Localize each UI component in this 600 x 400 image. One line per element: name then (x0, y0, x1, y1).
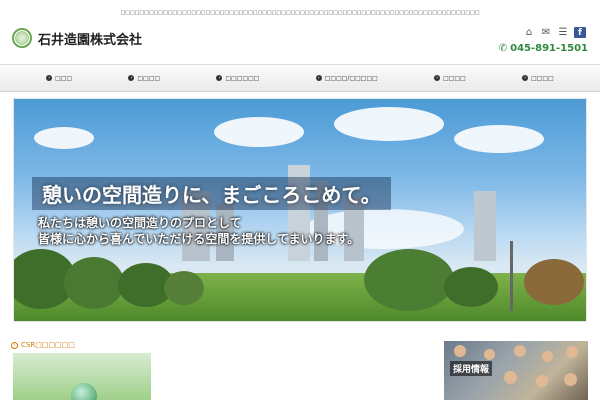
chevron-right-icon: › (128, 75, 135, 81)
globe-icon (71, 383, 97, 400)
chevron-right-icon: › (315, 75, 322, 81)
cloud (214, 117, 304, 147)
nav-item-label: □□□□ (443, 74, 466, 82)
company-logo[interactable]: 石井造園株式会社 (12, 28, 142, 48)
main-nav: › □□□ › □□□□ › □□□□□□ › □□□□/□□□□□ › □□□□ › □□… (0, 64, 600, 92)
tree (164, 271, 204, 305)
nav-item-label: □□□□/□□□□□ (324, 74, 378, 82)
csr-heading[interactable]: › CSR□□□□□□ (11, 341, 75, 349)
chevron-right-icon: › (522, 75, 529, 81)
person-face (542, 351, 553, 362)
tree (444, 267, 498, 307)
tree (364, 249, 454, 311)
tree (64, 257, 124, 309)
home-icon[interactable]: ⌂ (523, 27, 535, 38)
mail-icon[interactable]: ✉ (540, 27, 552, 38)
header-icons: ⌂ ✉ ☰ f (523, 27, 586, 38)
chevron-right-icon: › (11, 341, 18, 349)
nav-item-3[interactable]: › □□□□□□ (216, 75, 259, 82)
chevron-right-icon: › (216, 75, 223, 81)
person-face (454, 345, 466, 357)
nav-item-label: □□□ (55, 74, 73, 82)
top-notice-text: □□□□□□□□□□□□□□□□□□□□□□□□□□□□□□□□□□□□□□□□… (120, 10, 480, 16)
top-notice-bar: □□□□□□□□□□□□□□□□□□□□□□□□□□□□□□□□□□□□□□□□… (0, 0, 600, 26)
cloud (334, 107, 444, 141)
lamp-post (510, 241, 513, 311)
hero-subline-1: 私たちは憩いの空間造りのプロとして (38, 216, 242, 230)
nav-item-label: □□□□ (137, 74, 161, 82)
person-face (566, 346, 578, 358)
person-face (504, 371, 517, 384)
cloud (454, 125, 544, 153)
hero-banner: 憩いの空間造りに、まごころこめて。 私たちは憩いの空間造りのプロとして 皆様に心… (13, 98, 587, 322)
list-icon[interactable]: ☰ (557, 27, 569, 38)
nav-item-6[interactable]: › □□□□ (522, 75, 554, 82)
person-face (514, 345, 526, 357)
recruit-banner[interactable]: 採用情報 (444, 341, 588, 400)
site-header: 石井造園株式会社 ⌂ ✉ ☰ f ✆ 045-891-1501 (0, 26, 600, 64)
csr-image[interactable] (13, 353, 151, 400)
nav-item-label: □□□□□□ (225, 74, 260, 82)
recruit-label: 採用情報 (450, 361, 493, 376)
nav-item-1[interactable]: › □□□ (46, 75, 72, 82)
nav-item-label: □□□□ (531, 74, 554, 82)
person-face (564, 373, 577, 386)
person-face (484, 349, 495, 360)
cloud (34, 127, 94, 149)
nav-item-5[interactable]: › □□□□ (434, 75, 466, 82)
chevron-right-icon: › (434, 75, 441, 81)
hero-headline: 憩いの空間造りに、まごころこめて。 (32, 177, 391, 210)
logo-emblem-icon (12, 28, 32, 48)
phone-icon: ✆ (498, 43, 508, 54)
tree (524, 259, 584, 305)
facebook-icon[interactable]: f (574, 27, 586, 38)
phone-number[interactable]: ✆ 045-891-1501 (499, 43, 588, 54)
company-name: 石井造園株式会社 (38, 32, 143, 48)
hero-subline-2: 皆様に心から喜んでいただける空間を提供してまいります。 (38, 232, 360, 246)
csr-label-text: CSR□□□□□□ (21, 341, 75, 349)
person-face (536, 375, 548, 387)
building (474, 191, 496, 261)
nav-item-4[interactable]: › □□□□/□□□□□ (315, 74, 378, 82)
chevron-right-icon: › (46, 75, 53, 81)
nav-item-2[interactable]: › □□□□ (128, 75, 160, 82)
phone-text: 045-891-1501 (510, 43, 588, 54)
